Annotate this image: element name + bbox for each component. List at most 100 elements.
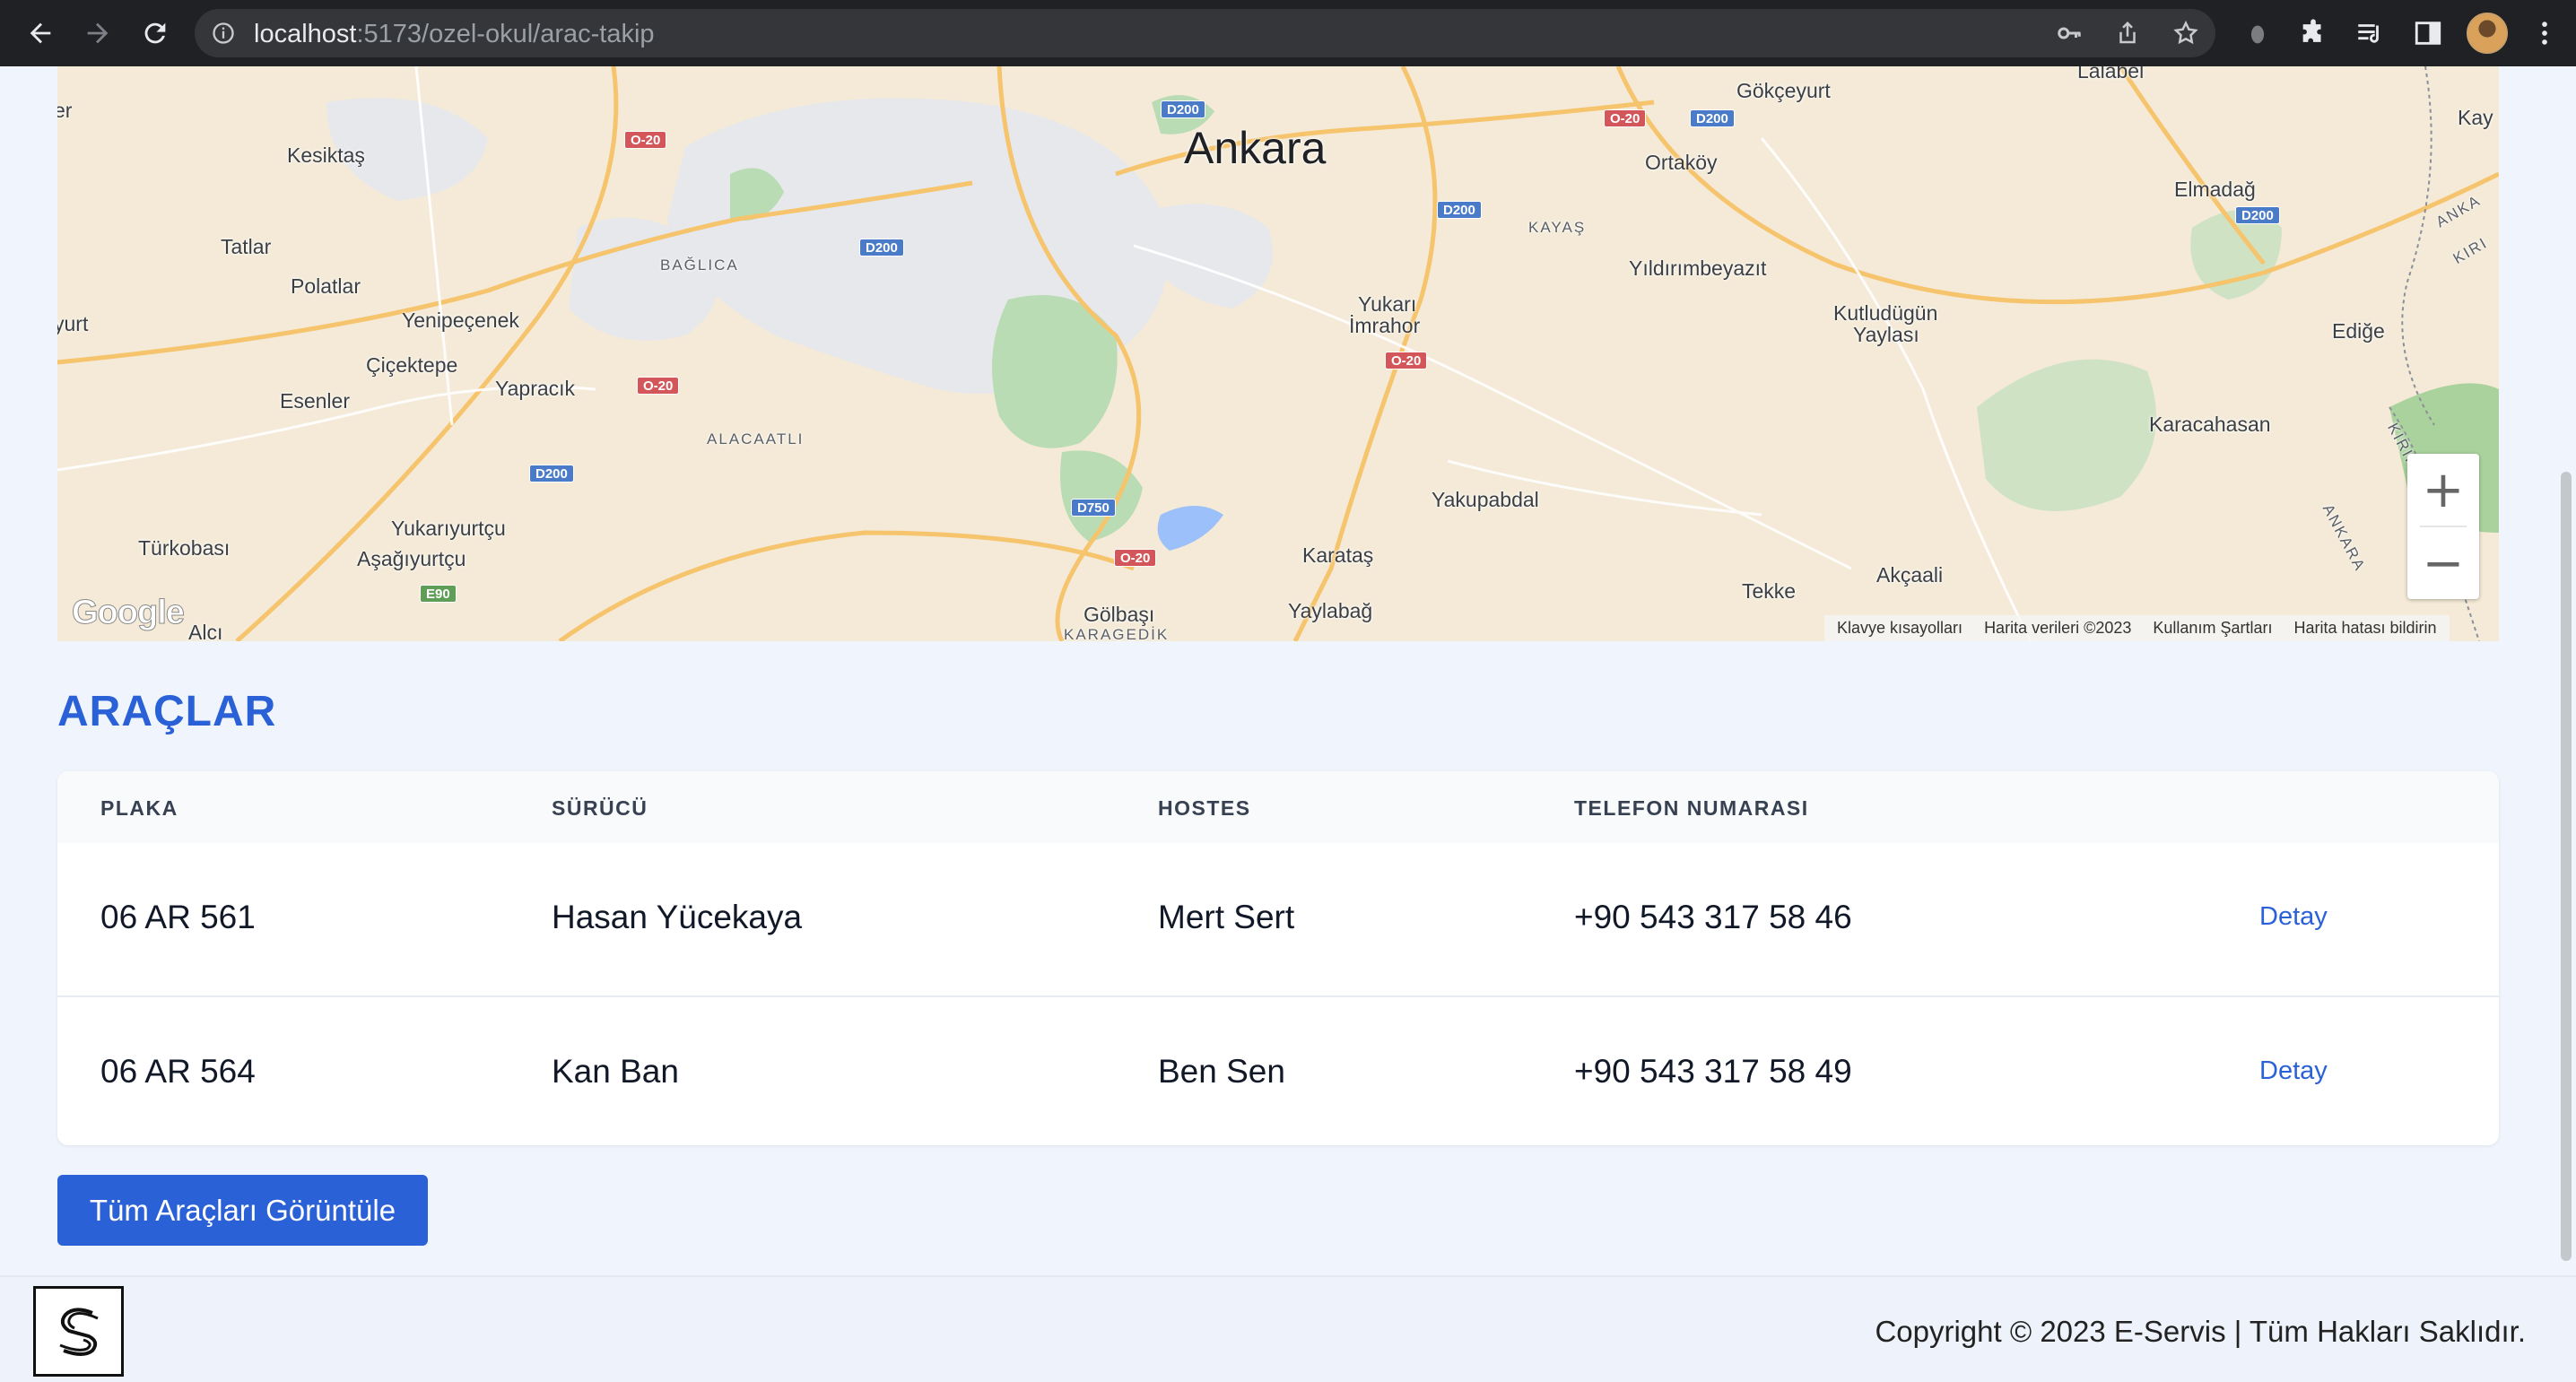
driver-cell: Kan Ban (552, 1053, 679, 1090)
map-place-label: Yapracık (495, 377, 576, 400)
map-place-label: Kay (2458, 106, 2493, 129)
reload-icon[interactable] (138, 16, 172, 50)
key-icon[interactable] (2056, 20, 2083, 47)
table-row: 06 AR 564 Kan Ban Ben Sen +90 543 317 58… (57, 995, 2499, 1145)
map-place-label: Gökçeyurt (1736, 79, 1831, 102)
map-district-label: KAYAŞ (1528, 219, 1587, 236)
share-icon[interactable] (2114, 20, 2141, 47)
address-bar[interactable]: localhost:5173/ozel-okul/arac-takip (195, 9, 2215, 57)
map-place-label: Yaylabağ (1288, 599, 1373, 622)
map-zoom-control: + − (2407, 454, 2479, 599)
driver-cell: Hasan Yücekaya (552, 899, 803, 935)
plate-cell: 06 AR 561 (100, 899, 256, 935)
keyboard-shortcuts-link[interactable]: Klavye kısayolları (1837, 619, 1962, 638)
hostess-cell: Ben Sen (1158, 1053, 1285, 1090)
detail-link[interactable]: Detay (2259, 902, 2328, 932)
road-shield: E90 (420, 585, 457, 603)
plate-cell: 06 AR 564 (100, 1053, 256, 1090)
map-place-label: İmrahor (1349, 314, 1421, 337)
map-place-label: Tatlar (221, 235, 272, 258)
map-place-label: Tekke (1742, 579, 1797, 603)
map-district-label: KARAGEDİK (1064, 626, 1170, 641)
map-place-label: Türkobası (138, 536, 231, 560)
column-header-hostess: HOSTES (1158, 796, 1251, 820)
phone-cell: +90 543 317 58 46 (1574, 899, 1852, 935)
road-shield: O-20 (1604, 109, 1647, 127)
map-place-label: yurt (57, 312, 89, 335)
url-host: localhost (254, 20, 357, 48)
map-place-label: Gölbaşı (1083, 603, 1155, 626)
report-error-link[interactable]: Harita hatası bildirin (2293, 619, 2436, 638)
map-district-label: ALACAATLI (707, 430, 805, 448)
map-place-label: Elmadağ (2174, 178, 2256, 201)
browser-menu-icon[interactable] (2529, 18, 2560, 48)
e-servis-logo[interactable] (33, 1286, 124, 1377)
map-place-label: Lalabel (2077, 66, 2145, 83)
extensions-puzzle-icon[interactable] (2298, 18, 2328, 48)
map-city-label: Ankara (1184, 123, 1327, 173)
hostess-cell: Mert Sert (1158, 899, 1295, 935)
table-row: 06 AR 561 Hasan Yücekaya Mert Sert +90 5… (57, 843, 2499, 995)
zoom-in-button[interactable]: + (2407, 454, 2479, 526)
map-place-label: Karataş (1302, 543, 1374, 567)
road-shield: D200 (1690, 109, 1735, 127)
map-place-label: Aşağıyurtçu (357, 547, 466, 570)
detail-link[interactable]: Detay (2259, 1056, 2328, 1086)
map-place-label: Akçaali (1876, 563, 1944, 587)
map-data-text: Harita verileri ©2023 (1984, 619, 2132, 637)
back-icon[interactable] (23, 16, 57, 50)
browser-toolbar: localhost:5173/ozel-okul/arac-takip (0, 0, 2576, 66)
site-info-icon[interactable] (211, 21, 236, 46)
column-header-plate: PLAKA (100, 796, 178, 820)
table-header: PLAKA SÜRÜCÜ HOSTES TELEFON NUMARASI (57, 771, 2499, 843)
zoom-out-button[interactable]: − (2407, 527, 2479, 599)
media-queue-icon[interactable] (2354, 18, 2385, 48)
map-place-label: Yaylası (1853, 323, 1919, 346)
road-shield: D200 (2235, 206, 2280, 224)
map-place-label: Yukarı (1358, 292, 1417, 316)
road-shield: O-20 (1385, 352, 1428, 369)
map-place-label: Yenipeçenek (402, 309, 519, 332)
road-shield: D200 (529, 465, 574, 482)
map-place-label: Karacahasan (2149, 413, 2271, 436)
map-place-label: Yukarıyurtçu (391, 517, 506, 540)
map-place-label: Yıldırımbeyazıt (1629, 256, 1767, 280)
map-district-label: BAĞLICA (660, 256, 739, 274)
profile-avatar[interactable] (2467, 13, 2508, 54)
vehicle-tracking-map[interactable]: Ankara Kesiktaş Tatlar Polatlar Yenipeçe… (57, 66, 2499, 641)
view-all-vehicles-button[interactable]: Tüm Araçları Görüntüle (57, 1175, 428, 1246)
bookmark-star-icon[interactable] (2172, 20, 2199, 47)
vehicles-section-title: ARAÇLAR (57, 688, 277, 735)
map-place-label: Alcı (188, 621, 223, 641)
map-place-label: Kutludügün (1833, 301, 1938, 325)
map-place-label: Esenler (280, 389, 350, 413)
map-place-label: Çiçektepe (366, 353, 458, 377)
road-shield: D200 (859, 239, 904, 256)
map-attribution-bar: Klavye kısayolları Harita verileri ©2023… (1824, 615, 2450, 641)
map-place-label: Polatlar (291, 274, 361, 298)
road-shield: O-20 (1114, 549, 1157, 567)
road-shield: D750 (1071, 499, 1116, 517)
column-header-driver: SÜRÜCÜ (552, 796, 648, 820)
page-scrollbar[interactable] (2561, 472, 2572, 1261)
road-shield: O-20 (637, 377, 680, 395)
map-place-label: Yakupabdal (1432, 488, 1539, 511)
extension-dot-icon[interactable] (2242, 18, 2273, 48)
map-place-label: er (57, 99, 73, 122)
side-panel-icon[interactable] (2413, 18, 2443, 48)
terms-link[interactable]: Kullanım Şartları (2153, 619, 2272, 638)
url-text: localhost:5173/ozel-okul/arac-takip (254, 20, 655, 49)
road-shield: D200 (1161, 100, 1205, 118)
column-header-phone: TELEFON NUMARASI (1574, 796, 1809, 820)
forward-icon[interactable] (81, 16, 115, 50)
logo-s-mark (58, 1308, 99, 1356)
map-place-label: Ortaköy (1645, 151, 1718, 174)
road-shield: O-20 (624, 131, 667, 149)
google-logo[interactable]: Google (72, 594, 186, 632)
copyright-text: Copyright © 2023 E-Servis | Tüm Hakları … (1875, 1315, 2526, 1348)
page-footer: Copyright © 2023 E-Servis | Tüm Hakları … (0, 1275, 2576, 1382)
road-shield: D200 (1437, 201, 1482, 219)
map-place-label: Kesiktaş (287, 143, 365, 167)
map-place-label: Ediğe (2332, 319, 2385, 343)
vehicles-table: PLAKA SÜRÜCÜ HOSTES TELEFON NUMARASI 06 … (57, 771, 2499, 1145)
